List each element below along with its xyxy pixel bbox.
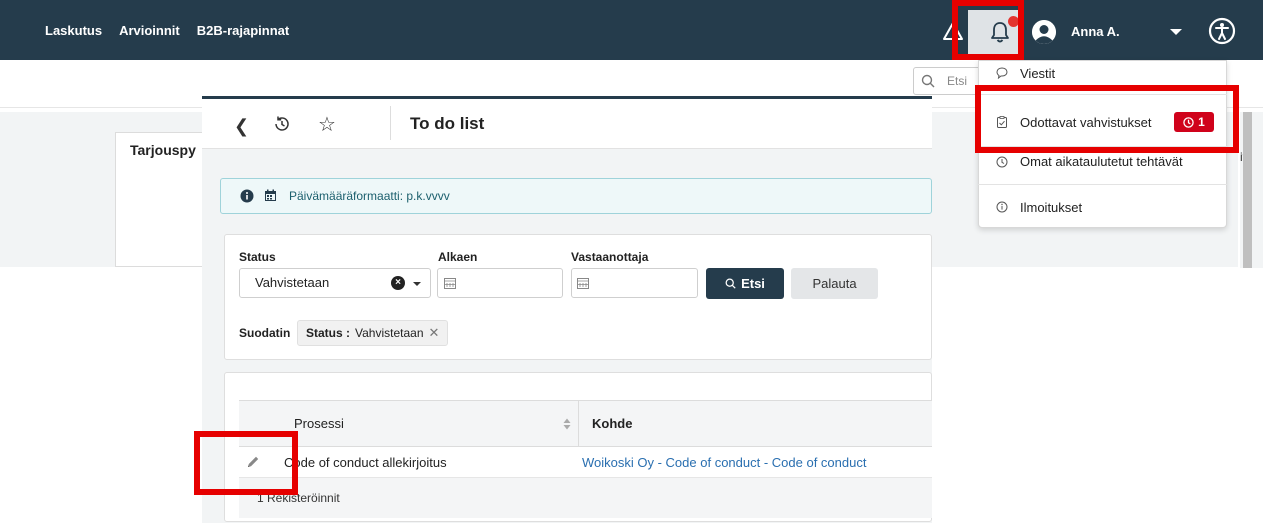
clear-status-icon[interactable]: × — [391, 276, 405, 290]
scrollbar[interactable] — [1243, 112, 1252, 268]
highlight-box-edit-row — [194, 431, 298, 495]
sort-icon[interactable] — [563, 418, 571, 430]
star-icon[interactable]: ☆ — [318, 112, 336, 137]
accessibility-icon[interactable] — [1208, 17, 1236, 45]
nav-b2b-rajapinnat[interactable]: B2B-rajapinnat — [197, 23, 289, 38]
recipient-input[interactable] — [571, 268, 698, 298]
history-icon[interactable] — [272, 114, 292, 134]
calendar-icon — [444, 278, 456, 289]
highlight-box-pending-approvals — [975, 85, 1239, 153]
table-footer — [239, 478, 932, 518]
search-button[interactable]: Etsi — [706, 268, 784, 299]
page-title: To do list — [410, 114, 485, 133]
info-circle-icon — [996, 201, 1008, 213]
status-select-value: Vahvistetaan — [255, 275, 330, 290]
column-header-kohde[interactable]: Kohde — [592, 416, 632, 431]
status-label: Status — [239, 250, 276, 264]
calendar-icon — [265, 189, 276, 201]
back-icon[interactable]: ❮ — [234, 116, 249, 137]
cell-kohde-link[interactable]: Woikoski Oy - Code of conduct - Code of … — [582, 455, 866, 470]
avatar[interactable] — [1032, 20, 1056, 44]
clock-icon — [996, 156, 1008, 168]
nav-arvioinnit[interactable]: Arvioinnit — [119, 23, 180, 38]
column-header-prosessi[interactable]: Prosessi — [294, 416, 344, 431]
chevron-down-icon[interactable] — [413, 282, 421, 286]
user-name[interactable]: Anna A. — [1071, 24, 1120, 39]
filter-chip-key: Status : — [306, 326, 351, 340]
chat-bubble-icon — [996, 67, 1008, 79]
dropdown-divider — [978, 184, 1227, 185]
active-filter-chip[interactable]: Status : Vahvistetaan ✕ — [297, 320, 449, 346]
info-icon — [240, 189, 254, 203]
header-divider — [390, 106, 391, 140]
dropdown-item-omat-aikataulutetut-tehtavat[interactable]: Omat aikataulutetut tehtävät — [1020, 154, 1183, 169]
user-silhouette-icon — [1032, 20, 1056, 44]
nav-laskutus[interactable]: Laskutus — [45, 23, 102, 38]
main-menu: Laskutus Arvioinnit B2B-rajapinnat — [45, 0, 306, 60]
column-divider — [578, 400, 579, 447]
todo-panel-header — [202, 99, 932, 149]
recipient-label: Vastaanottaja — [571, 250, 649, 264]
filter-chip-value: Vahvistetaan — [355, 326, 424, 340]
search-button-label: Etsi — [741, 276, 765, 291]
cell-prosessi: Code of conduct allekirjoitus — [284, 455, 447, 470]
background-search-placeholder: Etsi — [947, 74, 968, 88]
reset-button-label: Palauta — [812, 276, 857, 291]
dropdown-item-ilmoitukset[interactable]: Ilmoitukset — [1020, 200, 1082, 215]
dropdown-item-viestit[interactable]: Viestit — [1020, 66, 1055, 81]
remove-filter-icon[interactable]: ✕ — [429, 325, 440, 341]
search-icon — [921, 74, 935, 88]
calendar-icon — [577, 278, 589, 289]
active-filter-label: Suodatin — [239, 326, 291, 340]
chevron-down-icon[interactable] — [1170, 29, 1182, 35]
from-date-label: Alkaen — [438, 250, 478, 264]
reset-button[interactable]: Palauta — [791, 268, 878, 299]
background-card-title: Tarjouspy — [130, 142, 196, 158]
date-format-text: Päivämääräformaatti: p.k.vvvv — [289, 189, 450, 203]
search-icon — [725, 278, 736, 289]
highlight-box-notifications — [952, 0, 1024, 60]
